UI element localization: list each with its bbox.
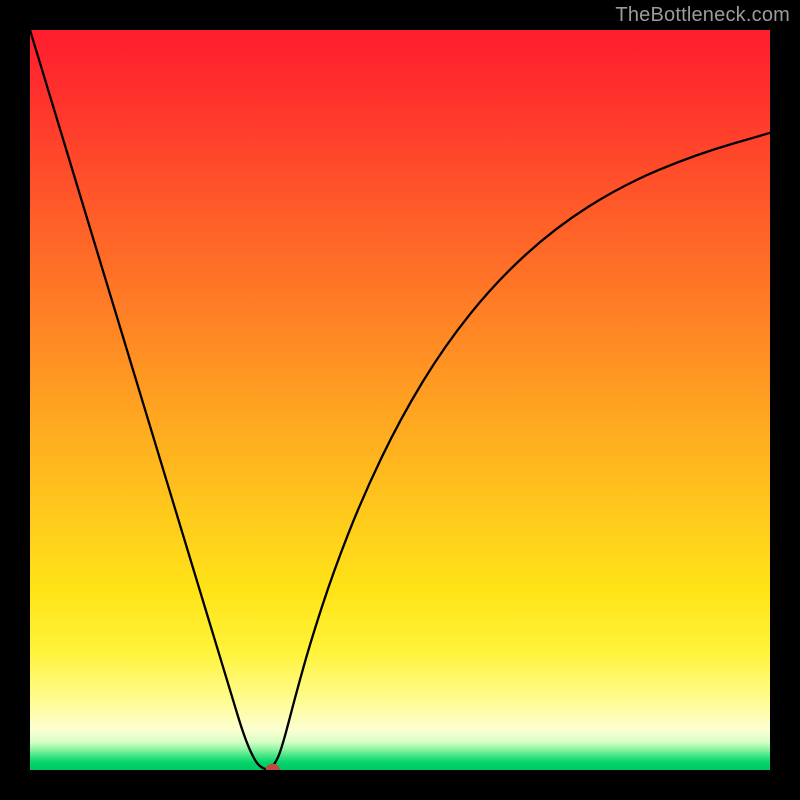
optimum-marker bbox=[266, 764, 280, 770]
chart-frame: TheBottleneck.com bbox=[0, 0, 800, 800]
plot-area bbox=[30, 30, 770, 770]
chart-svg bbox=[30, 30, 770, 770]
watermark-text: TheBottleneck.com bbox=[615, 4, 790, 27]
bottleneck-curve bbox=[30, 30, 770, 769]
